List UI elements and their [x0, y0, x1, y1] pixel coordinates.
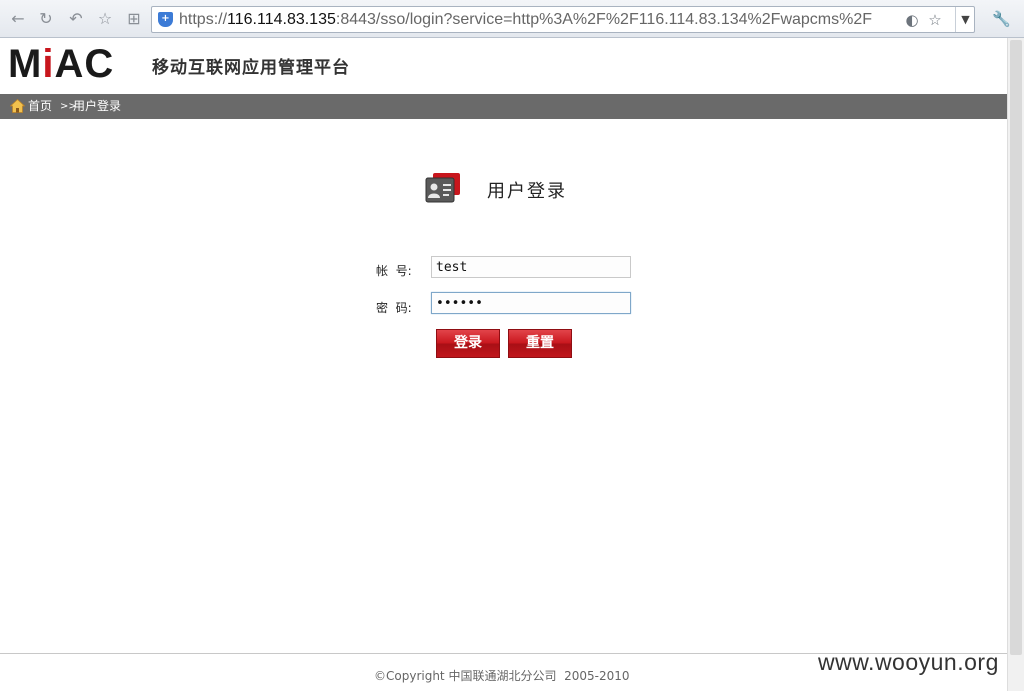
platform-title: 移动互联网应用管理平台: [152, 58, 350, 78]
user-card-icon: [425, 173, 460, 203]
back-icon[interactable]: ←: [8, 9, 28, 29]
tab-grid-icon[interactable]: ⊞: [124, 9, 144, 29]
url-host: 116.114.83.135: [227, 11, 336, 28]
address-bar[interactable]: + https://116.114.83.135:8443/sso/login?…: [151, 6, 975, 33]
wooyun-watermark: www.wooyun.org: [818, 649, 999, 675]
copyright-text: ©Copyright 中国联通湖北分公司 2005-2010: [374, 669, 630, 683]
breadcrumb-home-link[interactable]: 首页: [28, 94, 52, 119]
password-label: 密 码:: [376, 301, 412, 315]
home-icon[interactable]: [10, 99, 25, 113]
login-title: 用户登录: [487, 181, 567, 202]
compat-icon[interactable]: ◐: [903, 11, 921, 29]
site-header: MiAC 移动互联网应用管理平台: [0, 38, 1007, 94]
shield-icon: +: [158, 12, 173, 27]
address-url[interactable]: https://116.114.83.135:8443/sso/login?se…: [179, 11, 872, 29]
star-icon[interactable]: ☆: [95, 9, 115, 29]
undo-icon[interactable]: ↶: [66, 9, 86, 29]
reload-icon[interactable]: ↻: [36, 9, 56, 29]
wrench-icon[interactable]: 🔧▾: [992, 8, 1018, 50]
breadcrumb: 首页 >> 用户登录: [0, 94, 1007, 119]
login-button[interactable]: 登录: [436, 329, 500, 358]
breadcrumb-current: 用户登录: [73, 99, 122, 113]
scrollbar-thumb[interactable]: [1010, 40, 1022, 655]
url-path: :8443/sso/login?service=http%3A%2F%2F116…: [335, 11, 873, 28]
password-input[interactable]: [431, 292, 631, 314]
reset-button[interactable]: 重置: [508, 329, 572, 358]
account-label: 帐 号:: [376, 264, 412, 278]
bookmark-star-icon[interactable]: ☆: [926, 11, 944, 29]
miac-logo: MiAC: [8, 42, 115, 86]
account-input[interactable]: [431, 256, 631, 278]
page: MiAC 移动互联网应用管理平台 首页 >> 用户登录 用户登录 帐 号: 密 …: [0, 38, 1007, 691]
dropdown-arrow-icon[interactable]: ▼: [955, 7, 975, 32]
vertical-scrollbar[interactable]: [1007, 38, 1024, 691]
browser-toolbar: ← ↻ ↶ ☆ ⊞ + https://116.114.83.135:8443/…: [0, 0, 1024, 50]
